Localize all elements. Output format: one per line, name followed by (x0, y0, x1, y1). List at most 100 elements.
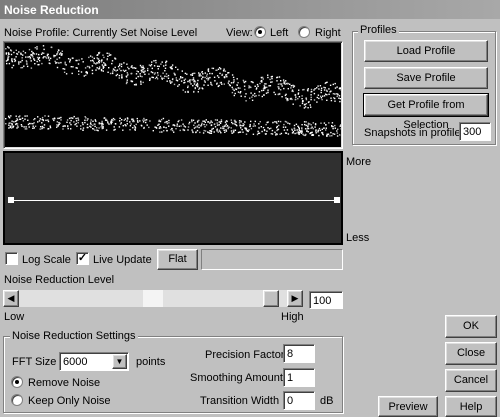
profile-sample-dot (53, 54, 55, 57)
profile-sample-dot (96, 67, 98, 69)
profile-sample-dot (326, 135, 328, 137)
profile-sample-dot (285, 97, 287, 99)
profile-sample-dot (132, 67, 134, 69)
level-scroll-thumb[interactable] (263, 290, 280, 307)
profile-sample-dot (21, 57, 23, 59)
profile-sample-dot (166, 122, 168, 125)
profile-sample-dot (203, 129, 205, 132)
profile-sample-dot (318, 134, 320, 137)
profile-sample-dot (140, 124, 143, 127)
profile-sample-dot (32, 123, 34, 125)
profile-sample-dot (88, 65, 90, 68)
profile-sample-dot (35, 53, 38, 55)
profile-sample-dot (211, 128, 213, 130)
profile-sample-dot (119, 117, 121, 119)
profile-sample-dot (219, 121, 221, 123)
close-button[interactable]: Close (445, 342, 497, 365)
profile-sample-dot (283, 81, 286, 83)
curve-handle-left[interactable] (8, 197, 14, 203)
smoothing-amount-input[interactable]: 1 (283, 368, 315, 387)
profile-sample-dot (220, 119, 223, 121)
profile-sample-dot (261, 130, 263, 133)
get-profile-from-selection-button[interactable]: Get Profile from Selection (363, 93, 489, 131)
profile-sample-dot (62, 125, 64, 128)
save-profile-button[interactable]: Save Profile (364, 67, 488, 89)
profile-sample-dot (78, 73, 80, 75)
profile-sample-dot (173, 83, 176, 86)
profile-sample-dot (269, 78, 271, 81)
profile-sample-dot (323, 95, 326, 97)
profile-sample-dot (178, 78, 181, 80)
precision-factor-input[interactable]: 8 (283, 344, 315, 363)
profile-sample-dot (156, 72, 159, 74)
profile-sample-dot (234, 92, 236, 95)
profile-sample-dot (317, 131, 319, 133)
profile-sample-dot (19, 118, 22, 120)
log-scale-checkbox[interactable] (5, 252, 18, 265)
flat-button[interactable]: Flat (157, 249, 198, 270)
fft-size-select[interactable]: 6000 ▼ (59, 352, 129, 371)
profile-sample-dot (277, 83, 280, 85)
transition-width-input[interactable]: 0 (283, 391, 315, 410)
profile-sample-dot (170, 82, 172, 84)
remove-noise-radio[interactable] (11, 376, 23, 388)
profile-sample-dot (28, 55, 31, 58)
profile-sample-dot (316, 87, 318, 89)
profile-sample-dot (282, 126, 285, 128)
scroll-right-arrow-icon[interactable]: ▶ (287, 290, 303, 307)
profile-sample-dot (244, 88, 246, 91)
snapshots-input[interactable]: 300 (459, 122, 491, 141)
profile-sample-dot (336, 135, 339, 137)
profile-sample-dot (261, 76, 264, 79)
live-update-checkbox[interactable]: ✓ (76, 252, 89, 265)
reduction-curve-graph[interactable] (3, 151, 343, 245)
cancel-button[interactable]: Cancel (445, 369, 497, 392)
level-scrollbar[interactable]: ◀ ▶ (3, 290, 303, 307)
profile-sample-dot (98, 66, 101, 68)
load-profile-button[interactable]: Load Profile (364, 40, 488, 62)
profile-sample-dot (258, 94, 260, 97)
profile-sample-dot (256, 133, 259, 136)
profile-sample-dot (235, 88, 238, 91)
profile-sample-dot (5, 60, 8, 62)
level-value-input[interactable]: 100 (309, 291, 343, 309)
profile-sample-dot (216, 83, 218, 85)
save-profile-label: Save Profile (396, 72, 456, 84)
ok-button[interactable]: OK (445, 315, 497, 338)
profile-sample-dot (135, 67, 137, 69)
profile-sample-dot (321, 132, 323, 134)
profile-sample-dot (334, 97, 336, 100)
help-button[interactable]: Help (445, 396, 497, 417)
profile-sample-dot (142, 66, 144, 68)
fft-dropdown-arrow-icon[interactable]: ▼ (112, 354, 127, 369)
keep-only-noise-radio[interactable] (11, 394, 23, 406)
profile-sample-dot (313, 89, 315, 91)
profile-sample-dot (20, 52, 22, 54)
profile-sample-dot (151, 76, 153, 78)
profile-sample-dot (249, 123, 251, 126)
profile-sample-dot (67, 125, 69, 127)
profile-sample-dot (318, 88, 320, 90)
profile-sample-dot (225, 120, 228, 122)
profile-sample-dot (178, 84, 180, 86)
preview-button[interactable]: Preview (378, 396, 438, 417)
scroll-left-arrow-icon[interactable]: ◀ (3, 290, 19, 307)
profile-sample-dot (100, 122, 102, 125)
view-right-radio[interactable] (298, 26, 310, 38)
profile-sample-dot (266, 121, 268, 124)
view-left-radio[interactable] (254, 26, 266, 38)
profile-sample-dot (73, 115, 75, 118)
profile-sample-dot (96, 129, 98, 131)
profile-sample-dot (110, 54, 112, 56)
profile-sample-dot (217, 68, 220, 70)
profile-sample-dot (172, 124, 174, 126)
profile-sample-dot (324, 87, 326, 89)
profile-sample-dot (36, 56, 39, 59)
profile-sample-dot (270, 127, 272, 129)
profile-sample-dot (157, 68, 159, 70)
curve-handle-right[interactable] (334, 197, 340, 203)
profile-sample-dot (47, 56, 50, 58)
profile-sample-dot (103, 117, 106, 119)
profile-sample-dot (245, 93, 247, 95)
profile-sample-dot (301, 98, 303, 100)
